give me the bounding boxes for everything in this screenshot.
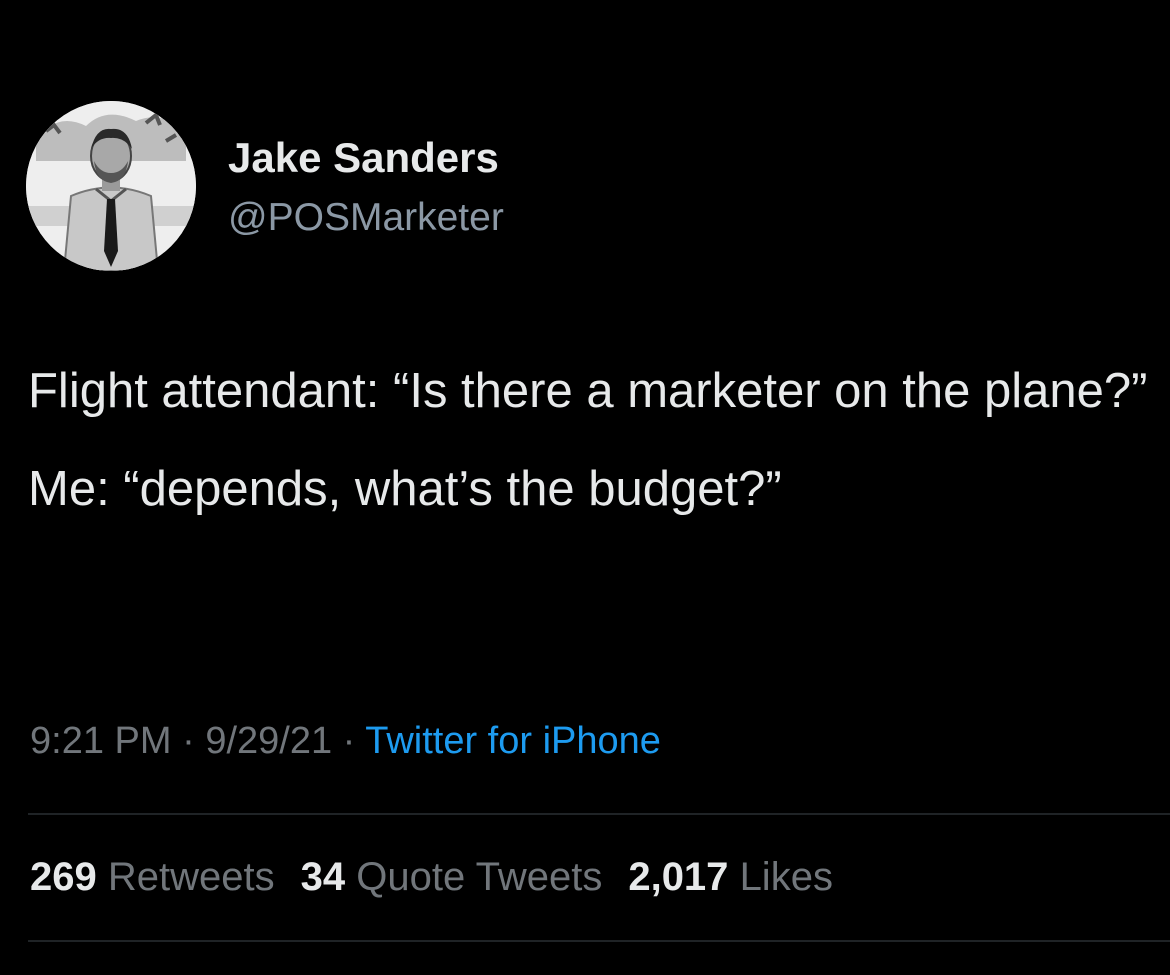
meta-separator: · [332, 720, 366, 762]
likes-count: 2,017 [628, 855, 729, 899]
avatar[interactable] [26, 101, 196, 271]
likes-stat[interactable]: 2,017 Likes [628, 855, 833, 899]
tweet-line-2: Me: “depends, what’s the budget?” [28, 462, 782, 516]
user-handle[interactable]: @POSMarketer [228, 196, 504, 240]
retweets-label: Retweets [107, 855, 275, 899]
tweet-line-1: Flight attendant: “Is there a marketer o… [28, 364, 1148, 418]
tweet-card: Jake Sanders @POSMarketer Flight attenda… [0, 0, 1170, 975]
meta-separator: · [171, 720, 206, 762]
tweet-source-link[interactable]: Twitter for iPhone [365, 720, 661, 762]
tweet-time[interactable]: 9:21 PM [30, 720, 172, 762]
retweets-count: 269 [30, 855, 97, 899]
divider [28, 813, 1170, 815]
tweet-metadata: 9:21 PM · 9/29/21 · Twitter for iPhone [30, 720, 661, 763]
engagement-stats: 269 Retweets 34 Quote Tweets 2,017 Likes [30, 855, 833, 900]
quote-tweets-stat[interactable]: 34 Quote Tweets [301, 855, 603, 899]
profile-photo-icon [26, 101, 196, 271]
tweet-date[interactable]: 9/29/21 [205, 720, 332, 762]
display-name[interactable]: Jake Sanders [228, 134, 499, 182]
likes-label: Likes [739, 855, 833, 899]
tweet-text: Flight attendant: “Is there a marketer o… [28, 352, 1158, 528]
divider [28, 940, 1170, 942]
quote-tweets-label: Quote Tweets [356, 855, 603, 899]
quote-tweets-count: 34 [300, 855, 346, 899]
retweets-stat[interactable]: 269 Retweets [30, 855, 275, 899]
